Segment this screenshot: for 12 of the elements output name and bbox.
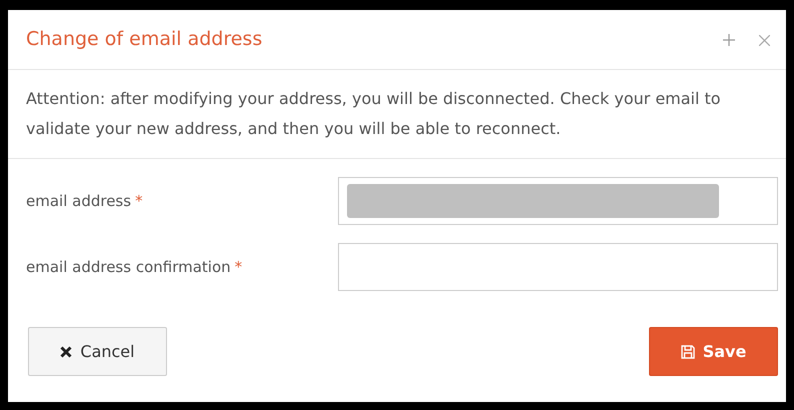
cancel-button[interactable]: Cancel bbox=[28, 327, 167, 376]
required-mark: * bbox=[234, 258, 242, 276]
warning-message: Attention: after modifying your address, you will be disconnected. Check your email to validate your new address, and then you will be able to reconnect. bbox=[8, 70, 786, 159]
dialog-title: Change of email address bbox=[26, 27, 264, 52]
save-button[interactable]: Save bbox=[649, 327, 778, 376]
close-icon bbox=[60, 346, 72, 358]
field-label: email address bbox=[26, 192, 132, 210]
save-icon bbox=[680, 344, 695, 358]
field-label: email address confirmation bbox=[26, 258, 231, 276]
input-field[interactable] bbox=[338, 177, 778, 225]
input-field[interactable] bbox=[338, 243, 778, 291]
required-mark: * bbox=[135, 192, 143, 210]
